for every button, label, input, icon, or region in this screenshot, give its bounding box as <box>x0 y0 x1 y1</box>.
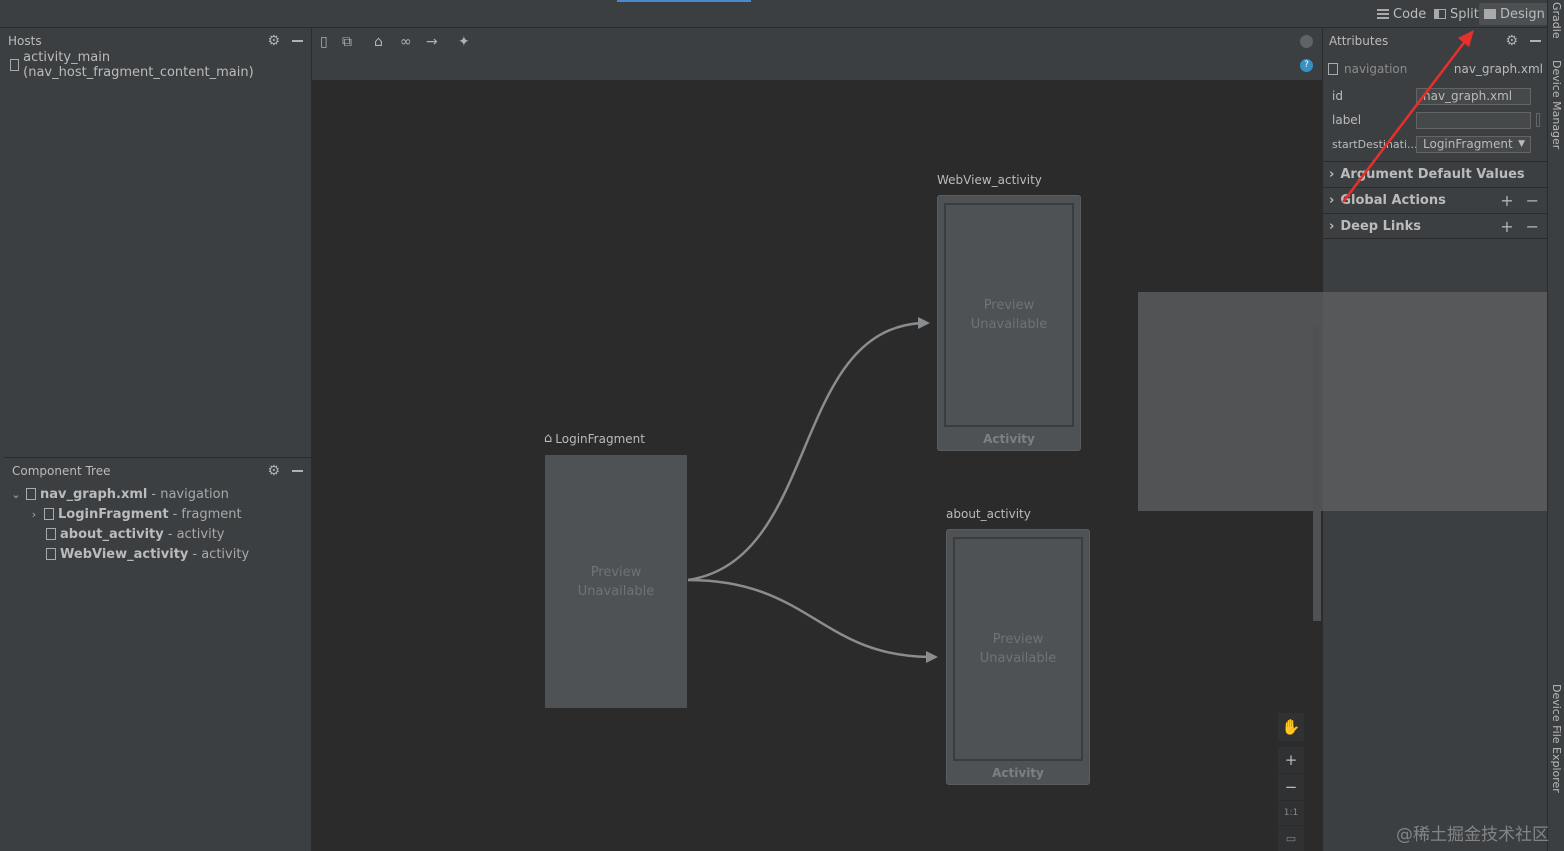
gradle-tab[interactable]: Gradle <box>1550 2 1563 39</box>
right-tool-strip: Gradle Device Manager Device File Explor… <box>1547 0 1564 851</box>
vertical-scrollbar[interactable] <box>1313 326 1321 621</box>
translucent-overlay <box>1138 292 1564 511</box>
device-file-explorer-tab[interactable]: Device File Explorer <box>1550 684 1563 793</box>
device-manager-tab[interactable]: Device Manager <box>1550 60 1563 149</box>
annotation-arrow-line <box>1342 39 1467 203</box>
annotation-arrowhead <box>1458 30 1474 47</box>
watermark: @稀土掘金技术社区 <box>1396 825 1549 845</box>
